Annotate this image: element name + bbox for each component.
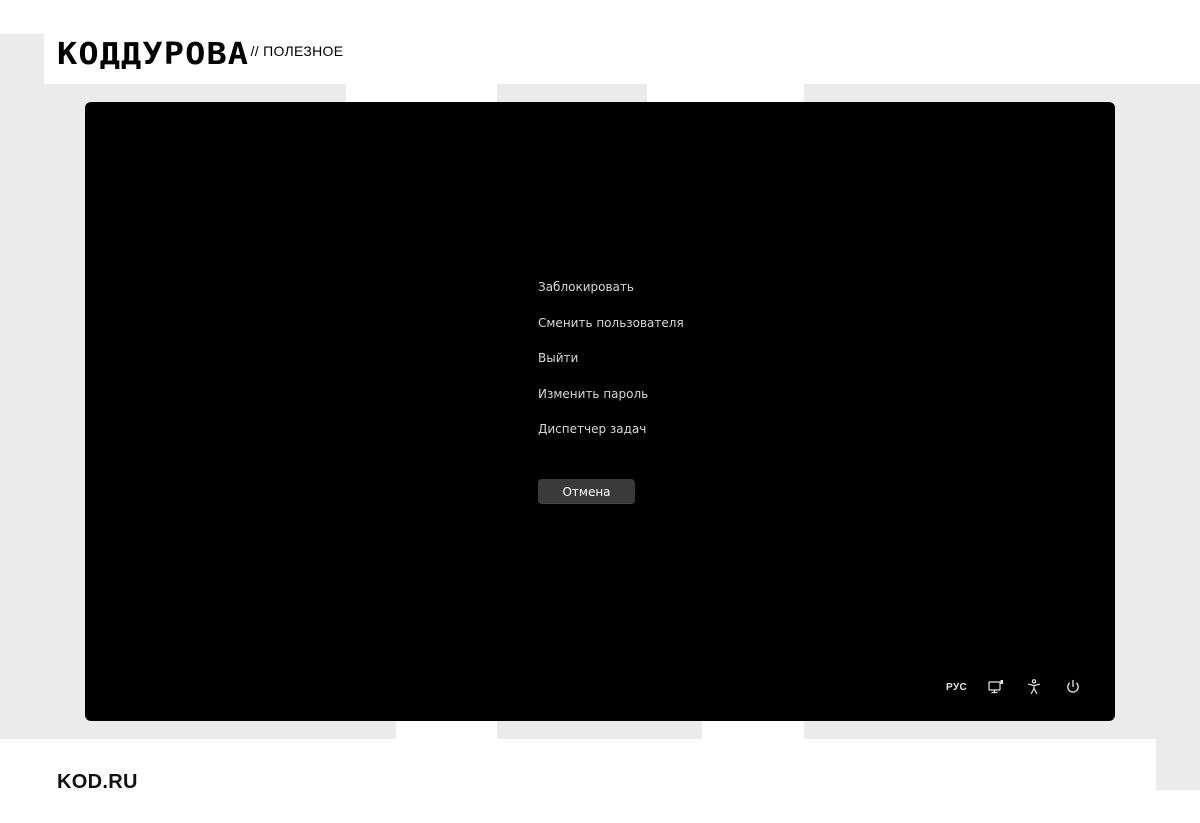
brand-logo: КОДДУРОВА	[57, 37, 250, 72]
change-password-option[interactable]: Изменить пароль	[538, 384, 684, 420]
lock-option[interactable]: Заблокировать	[538, 277, 684, 313]
network-icon[interactable]	[987, 678, 1005, 698]
decor-block	[552, 720, 702, 739]
security-options-menu: Заблокировать Сменить пользователя Выйти…	[538, 277, 684, 455]
power-icon[interactable]	[1064, 678, 1082, 698]
decor-block	[854, 720, 1156, 739]
language-indicator[interactable]: РУС	[946, 678, 967, 698]
security-options-screen: Заблокировать Сменить пользователя Выйти…	[85, 102, 1115, 721]
header-brand: КОДДУРОВА // ПОЛЕЗНОЕ	[44, 34, 343, 84]
cancel-button[interactable]: Отмена	[538, 479, 635, 504]
switch-user-option[interactable]: Сменить пользователя	[538, 313, 684, 349]
sign-out-option[interactable]: Выйти	[538, 348, 684, 384]
footer-site: KOD.RU	[57, 771, 138, 793]
decor-block	[0, 34, 44, 84]
task-manager-option[interactable]: Диспетчер задач	[538, 419, 684, 455]
section-label: // ПОЛЕЗНОЕ	[250, 43, 344, 59]
decor-block	[346, 720, 396, 739]
accessibility-icon[interactable]	[1025, 678, 1043, 698]
decor-block	[1156, 739, 1200, 790]
